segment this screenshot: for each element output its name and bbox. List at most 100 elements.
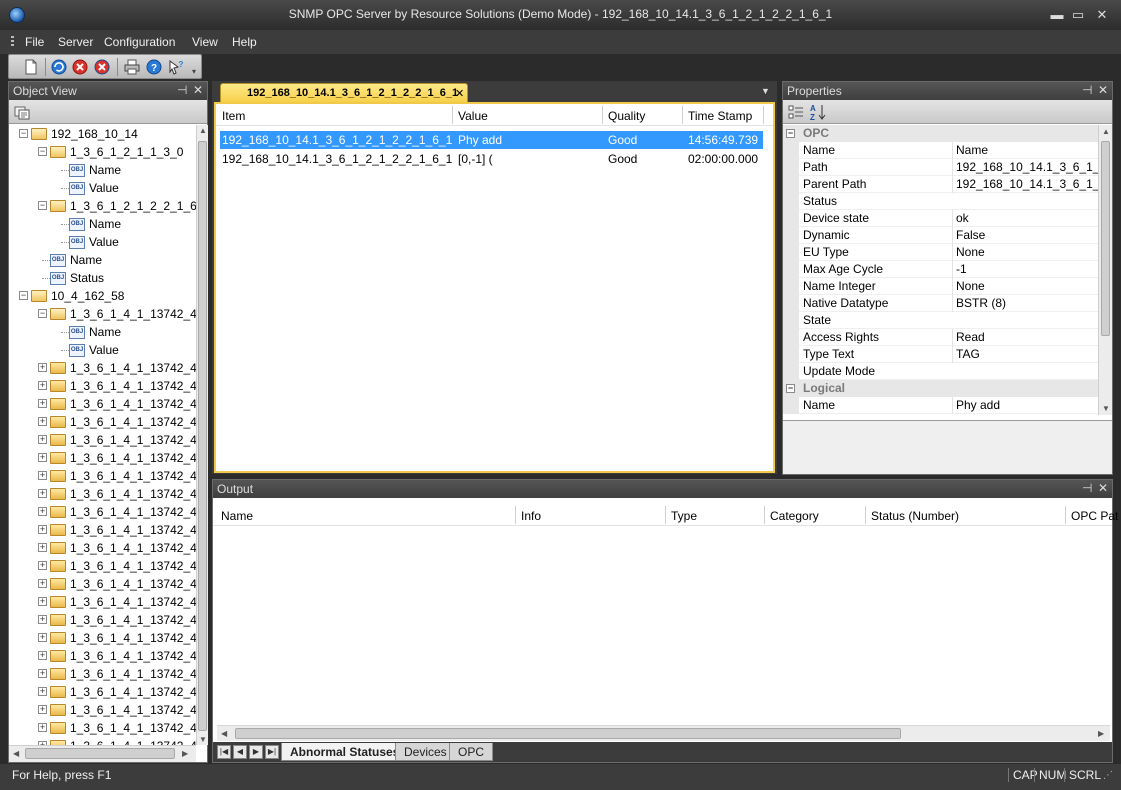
expand-icon[interactable]: + xyxy=(38,453,47,462)
maximize-button[interactable]: ▭ xyxy=(1069,8,1087,22)
stop-icon[interactable] xyxy=(72,59,88,75)
menu-grip[interactable] xyxy=(11,36,14,48)
expand-icon[interactable]: + xyxy=(38,723,47,732)
menu-help[interactable]: Help xyxy=(232,35,257,49)
expand-icon[interactable]: + xyxy=(38,435,47,444)
scroll-left-icon[interactable]: ◀ xyxy=(221,729,227,738)
expand-icon[interactable]: + xyxy=(38,543,47,552)
collapse-icon[interactable]: − xyxy=(786,129,795,138)
property-row[interactable]: Dynamic False xyxy=(783,227,1098,244)
expand-icon[interactable]: + xyxy=(38,417,47,426)
last-tab-icon[interactable]: ▶| xyxy=(265,745,279,759)
property-value[interactable]: TAG xyxy=(952,346,1098,363)
scroll-up-icon[interactable]: ▲ xyxy=(199,126,207,135)
tree-node[interactable]: +1_3_6_1_4_1_13742_4_1 xyxy=(9,737,196,745)
close-panel-icon[interactable]: ✕ xyxy=(1098,83,1108,97)
tree-node[interactable]: +1_3_6_1_4_1_13742_4_1 xyxy=(9,431,196,449)
tree-node[interactable]: OBJ Value xyxy=(9,233,196,251)
pin-icon[interactable]: ⊣ xyxy=(177,83,187,97)
column-item[interactable]: Item xyxy=(222,109,245,123)
collapse-icon[interactable]: − xyxy=(19,291,28,300)
tree-node[interactable]: OBJ Name xyxy=(9,323,196,341)
tree-node[interactable]: +1_3_6_1_4_1_13742_4_1 xyxy=(9,701,196,719)
tree-node[interactable]: +1_3_6_1_4_1_13742_4_1 xyxy=(9,665,196,683)
expand-icon[interactable]: + xyxy=(38,381,47,390)
tab-opc[interactable]: OPC xyxy=(449,743,494,761)
disconnect-icon[interactable] xyxy=(94,59,110,75)
tree-node[interactable]: +1_3_6_1_4_1_13742_4_1 xyxy=(9,503,196,521)
categorized-icon[interactable] xyxy=(788,104,804,120)
pin-icon[interactable]: ⊣ xyxy=(1082,83,1092,97)
expand-icon[interactable]: + xyxy=(38,471,47,480)
property-value[interactable]: BSTR (8) xyxy=(952,295,1098,312)
menu-file[interactable]: File xyxy=(25,35,44,49)
close-panel-icon[interactable]: ✕ xyxy=(1098,481,1108,495)
expand-icon[interactable]: + xyxy=(38,525,47,534)
grid-row[interactable]: 192_168_10_14.1_3_6_1_2_1_2_2_1_6_1.Na..… xyxy=(220,131,763,149)
column-status-number[interactable]: Status (Number) xyxy=(871,509,959,523)
property-value[interactable]: Read xyxy=(952,329,1098,346)
property-value[interactable]: 192_168_10_14.1_3_6_1_... xyxy=(952,176,1098,193)
hscroll-thumb[interactable] xyxy=(25,748,175,759)
tree-node[interactable]: +1_3_6_1_4_1_13742_4_1 xyxy=(9,593,196,611)
expand-icon[interactable]: + xyxy=(38,579,47,588)
property-value[interactable]: -1 xyxy=(952,261,1098,278)
collapse-icon[interactable]: − xyxy=(786,384,795,393)
column-opc-path[interactable]: OPC Pat xyxy=(1071,509,1118,523)
property-row[interactable]: EU Type None xyxy=(783,244,1098,261)
expand-icon[interactable]: + xyxy=(38,669,47,678)
tab-dropdown-icon[interactable]: ▼ xyxy=(761,86,770,96)
property-row[interactable]: Parent Path 192_168_10_14.1_3_6_1_... xyxy=(783,176,1098,193)
tree-node[interactable]: +1_3_6_1_4_1_13742_4_1 xyxy=(9,575,196,593)
tree-node[interactable]: +1_3_6_1_4_1_13742_4_1 xyxy=(9,683,196,701)
prev-tab-icon[interactable]: ◀ xyxy=(233,745,247,759)
collapse-icon[interactable]: − xyxy=(38,309,47,318)
property-row[interactable]: Path 192_168_10_14.1_3_6_1_... xyxy=(783,159,1098,176)
new-icon[interactable] xyxy=(23,59,39,75)
column-value[interactable]: Value xyxy=(458,109,488,123)
property-value[interactable]: False xyxy=(952,227,1098,244)
tree-node[interactable]: +1_3_6_1_4_1_13742_4_1 xyxy=(9,557,196,575)
tree-node[interactable]: +1_3_6_1_4_1_13742_4_1 xyxy=(9,359,196,377)
property-value[interactable]: Phy add xyxy=(952,397,1098,414)
next-tab-icon[interactable]: ▶ xyxy=(249,745,263,759)
property-row[interactable]: Name Name xyxy=(783,142,1098,159)
tree-node[interactable]: +1_3_6_1_4_1_13742_4_1 xyxy=(9,395,196,413)
property-row[interactable]: Name Phy add xyxy=(783,397,1098,414)
tree-node[interactable]: +1_3_6_1_4_1_13742_4_1 xyxy=(9,611,196,629)
scroll-up-icon[interactable]: ▲ xyxy=(1102,127,1110,136)
property-value[interactable]: Name xyxy=(952,142,1098,159)
tree-node[interactable]: +1_3_6_1_4_1_13742_4_1 xyxy=(9,377,196,395)
column-info[interactable]: Info xyxy=(521,509,541,523)
menu-server[interactable]: Server xyxy=(58,35,93,49)
scroll-right-icon[interactable]: ▶ xyxy=(182,749,188,758)
property-category[interactable]: − Logical xyxy=(783,380,1098,397)
tree-node[interactable]: − 1_3_6_1_2_1_2_2_1_6_1 xyxy=(9,197,196,215)
grid-row[interactable]: 192_168_10_14.1_3_6_1_2_1_2_2_1_6_1.Valu… xyxy=(220,150,763,168)
tab-abnormal-statuses[interactable]: Abnormal Statuses xyxy=(281,743,409,761)
tree-node[interactable]: OBJ Name xyxy=(9,251,196,269)
expand-icon[interactable]: + xyxy=(38,705,47,714)
properties-vertical-scrollbar[interactable]: ▲ ▼ xyxy=(1098,125,1112,415)
document-tab[interactable]: 192_168_10_14.1_3_6_1_2_1_2_2_1_6_1 ✕ xyxy=(220,83,468,103)
property-row[interactable]: Status xyxy=(783,193,1098,210)
expand-icon[interactable]: + xyxy=(38,633,47,642)
add-object-icon[interactable] xyxy=(14,104,30,120)
toolbar-overflow-icon[interactable]: ▾ xyxy=(192,67,196,76)
tree-node[interactable]: OBJ Status xyxy=(9,269,196,287)
tree-node[interactable]: +1_3_6_1_4_1_13742_4_1 xyxy=(9,629,196,647)
property-category[interactable]: − OPC xyxy=(783,125,1098,142)
column-timestamp[interactable]: Time Stamp xyxy=(688,109,752,123)
tree-node[interactable]: +1_3_6_1_4_1_13742_4_1 xyxy=(9,467,196,485)
tree-node[interactable]: OBJ Name xyxy=(9,215,196,233)
help-icon[interactable]: ? xyxy=(146,59,162,75)
print-icon[interactable] xyxy=(124,59,140,75)
sort-alphabetical-icon[interactable]: AZ xyxy=(809,103,827,122)
property-row[interactable]: Name Integer None xyxy=(783,278,1098,295)
close-button[interactable]: ✕ xyxy=(1093,8,1111,22)
expand-icon[interactable]: + xyxy=(38,507,47,516)
collapse-icon[interactable]: − xyxy=(38,147,47,156)
refresh-icon[interactable] xyxy=(51,59,67,75)
expand-icon[interactable]: + xyxy=(38,651,47,660)
column-type[interactable]: Type xyxy=(671,509,697,523)
